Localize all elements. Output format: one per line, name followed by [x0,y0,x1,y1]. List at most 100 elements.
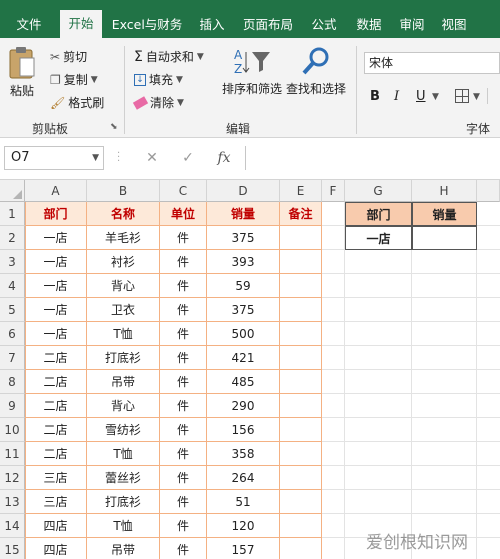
ribbon-tab[interactable]: 审阅 [392,12,432,38]
dialog-launcher-icon[interactable]: ⬊ [110,122,118,132]
table-cell[interactable] [280,538,322,559]
table-cell[interactable]: 件 [160,298,207,322]
column-header[interactable]: B [87,180,160,202]
table-cell[interactable]: 二店 [25,394,87,418]
ribbon-tab[interactable]: 文件 [0,12,58,38]
ribbon-tab[interactable]: 数据 [348,12,390,38]
table-cell[interactable]: T恤 [87,514,160,538]
table-cell[interactable]: 三店 [25,466,87,490]
column-header[interactable]: G [345,180,412,202]
table-cell[interactable]: 打底衫 [87,490,160,514]
table-cell[interactable] [280,322,322,346]
row-header[interactable]: 3 [0,250,25,274]
ribbon-tab[interactable]: Excel与财务 [104,12,190,38]
table-cell[interactable] [280,466,322,490]
table-cell[interactable]: 件 [160,466,207,490]
function-icon[interactable]: fx [209,146,239,170]
chevron-down-icon[interactable]: ▼ [177,98,184,108]
table-cell[interactable] [280,514,322,538]
table-cell[interactable]: 吊带 [87,538,160,559]
table-cell[interactable]: 羊毛衫 [87,226,160,250]
table-cell[interactable]: 四店 [25,538,87,559]
table-cell[interactable]: 一店 [25,322,87,346]
clear-button[interactable]: 清除 ▼ [132,94,184,111]
row-header[interactable]: 14 [0,514,25,538]
column-header[interactable]: A [25,180,87,202]
table-cell[interactable]: 一店 [25,226,87,250]
table-header-cell[interactable]: 备注 [280,202,322,226]
table-cell[interactable]: 375 [207,298,280,322]
chevron-down-icon[interactable]: ▼ [92,147,99,169]
table-cell[interactable]: 156 [207,418,280,442]
table-cell[interactable]: 三店 [25,490,87,514]
ribbon-tab[interactable]: 页面布局 [234,12,302,38]
table-cell[interactable]: 358 [207,442,280,466]
row-header[interactable]: 7 [0,346,25,370]
table-cell[interactable]: 一店 [25,298,87,322]
column-header[interactable]: D [207,180,280,202]
font-family-select[interactable]: 宋体 [364,52,500,74]
row-header[interactable]: 15 [0,538,25,559]
table-cell[interactable]: 背心 [87,274,160,298]
spreadsheet-grid[interactable]: A B C D E F G H 1 2 3 4 5 6 7 8 9 10 11 12 13 14 15 部门 名称 单位 销量 备注一… [0,180,500,559]
row-header[interactable]: 11 [0,442,25,466]
table-cell[interactable]: 485 [207,370,280,394]
table-cell[interactable]: T恤 [87,442,160,466]
column-header[interactable]: E [280,180,322,202]
table-cell[interactable]: 件 [160,322,207,346]
table-cell[interactable]: 件 [160,490,207,514]
table-cell[interactable]: 421 [207,346,280,370]
underline-button[interactable]: U [416,89,426,104]
sort-filter-button[interactable]: A Z 排序和筛选 [222,46,282,97]
table-cell[interactable]: 59 [207,274,280,298]
table-cell[interactable]: 件 [160,274,207,298]
borders-icon[interactable] [455,89,469,103]
chevron-down-icon[interactable]: ▼ [91,75,98,85]
table-cell[interactable]: T恤 [87,322,160,346]
bold-button[interactable]: B [370,89,380,104]
table-cell[interactable]: 雪纺衫 [87,418,160,442]
table-cell[interactable]: 衬衫 [87,250,160,274]
table-cell[interactable]: 一店 [25,250,87,274]
table-cell[interactable]: 卫衣 [87,298,160,322]
table-cell[interactable] [280,274,322,298]
summary-header-cell[interactable]: 销量 [412,202,477,226]
table-cell[interactable]: 51 [207,490,280,514]
table-cell[interactable]: 二店 [25,442,87,466]
table-cell[interactable] [280,418,322,442]
row-header[interactable]: 10 [0,418,25,442]
ribbon-tab[interactable]: 视图 [434,12,474,38]
table-cell[interactable]: 蕾丝衫 [87,466,160,490]
table-cell[interactable]: 四店 [25,514,87,538]
table-cell[interactable] [280,298,322,322]
table-cell[interactable]: 264 [207,466,280,490]
table-cell[interactable] [280,442,322,466]
row-header[interactable]: 13 [0,490,25,514]
table-cell[interactable]: 件 [160,418,207,442]
table-cell[interactable]: 件 [160,442,207,466]
chevron-down-icon[interactable]: ▼ [432,92,439,102]
cut-button[interactable]: ✂ 剪切 [50,48,87,65]
table-header-cell[interactable]: 销量 [207,202,280,226]
row-header[interactable]: 5 [0,298,25,322]
formula-input[interactable] [245,146,500,170]
table-cell[interactable]: 件 [160,346,207,370]
table-cell[interactable] [280,250,322,274]
chevron-down-icon[interactable]: ▼ [473,92,480,102]
name-box[interactable]: O7 ▼ [4,146,104,170]
table-cell[interactable]: 件 [160,370,207,394]
chevron-down-icon[interactable]: ▼ [197,52,204,62]
column-header[interactable]: F [322,180,345,202]
table-cell[interactable]: 件 [160,394,207,418]
ribbon-tab[interactable]: 开始 [60,10,102,38]
find-select-button[interactable]: 查找和选择 [286,46,346,97]
table-cell[interactable]: 一店 [25,274,87,298]
fill-button[interactable]: ↓ 填充 ▼ [134,71,183,88]
table-cell[interactable]: 打底衫 [87,346,160,370]
table-cell[interactable] [280,490,322,514]
autosum-button[interactable]: Σ 自动求和 ▼ [134,48,204,65]
row-header[interactable]: 6 [0,322,25,346]
table-cell[interactable]: 157 [207,538,280,559]
copy-button[interactable]: ❐ 复制 ▼ [50,71,98,88]
column-header[interactable] [477,180,500,202]
